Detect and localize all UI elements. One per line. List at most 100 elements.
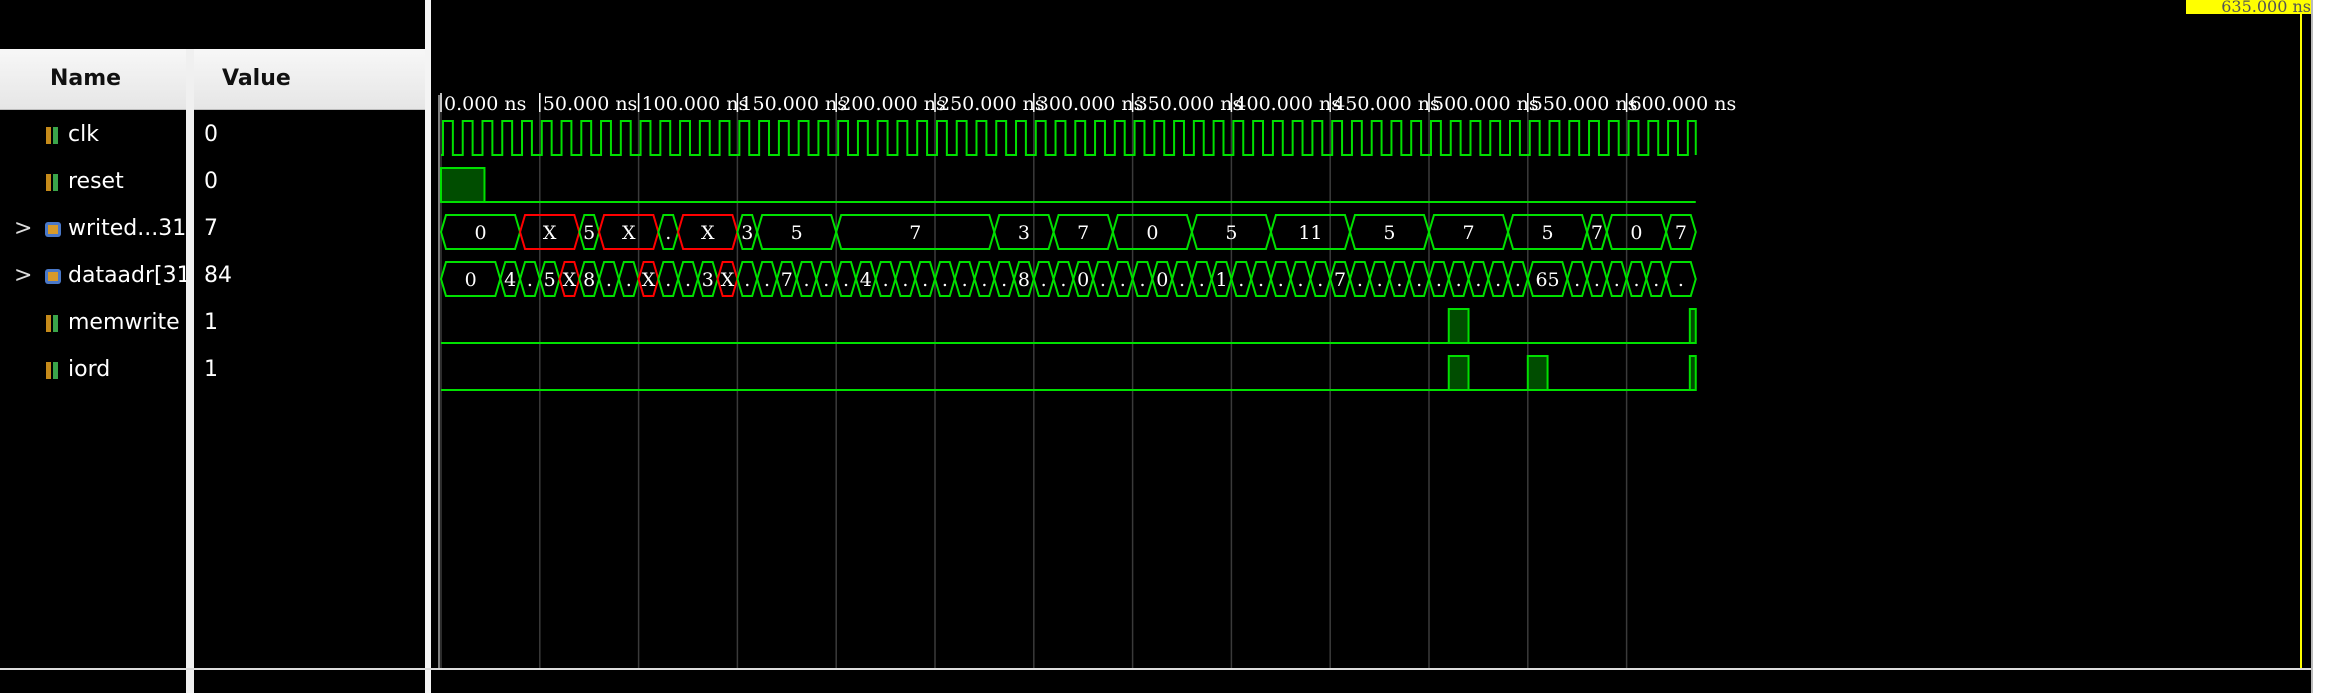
dataadr-segment-value: 3 [702, 269, 714, 291]
cursor-time-label: 635.000 ns [2186, 0, 2311, 14]
dataadr-segment-value: . [1653, 269, 1659, 291]
dataadr-segment-value: . [1396, 269, 1402, 291]
signal-value: 0 [204, 122, 218, 147]
dataadr-segment-value: 8 [583, 269, 595, 291]
signal-row-writedata[interactable]: > writed...31: 7 [0, 207, 425, 254]
dataadr-segment-value: . [1614, 269, 1620, 291]
signal-value: 1 [204, 357, 218, 382]
signal-name: iord [68, 357, 111, 382]
dataadr-segment-value: . [606, 269, 612, 291]
dataadr-segment-value: . [823, 269, 829, 291]
time-tick-label: 200.000 ns [839, 93, 946, 115]
dataadr-segment-value: . [1574, 269, 1580, 291]
bus-signal-icon [44, 266, 62, 288]
signal-row-clk[interactable]: clk 0 [0, 113, 425, 160]
dataadr-segment-value: 5 [544, 269, 556, 291]
signal-row-iord[interactable]: iord 1 [0, 348, 425, 395]
waveform-canvas[interactable]: 0.000 ns 50.000 ns 100.000 ns150.000 ns200… [431, 0, 2311, 693]
signal-name-panel: Name Value clk 0 reset 0 > writed...31: … [0, 0, 425, 693]
dataadr-segment-value: 8 [1018, 269, 1030, 291]
dataadr-segment-value: . [744, 269, 750, 291]
time-tick-label: 0.000 ns [444, 93, 526, 115]
writedata-segment-value: X [622, 222, 636, 244]
scalar-signal-icon [44, 313, 62, 335]
dataadr-segment-value: X [642, 269, 656, 291]
dataadr-segment-value: . [962, 269, 968, 291]
dataadr-segment-value: . [1179, 269, 1185, 291]
dataadr-segment-value: . [1436, 269, 1442, 291]
waveform-viewer[interactable]: 0.000 ns 50.000 ns 100.000 ns 150.000 ns 200… [431, 0, 2311, 693]
signal-name: writed...31: [68, 216, 194, 241]
name-column-header[interactable]: Name [50, 49, 121, 109]
writedata-segment-value: 7 [1077, 222, 1089, 244]
dataadr-segment-value: . [1100, 269, 1106, 291]
writedata-segment-value: 5 [1542, 222, 1554, 244]
dataadr-segment-value: . [527, 269, 533, 291]
dataadr-segment-value: 65 [1535, 269, 1559, 291]
dataadr-segment-value: . [902, 269, 908, 291]
writedata-segment-value: X [701, 222, 715, 244]
column-divider[interactable] [186, 49, 194, 693]
signal-row-dataadr[interactable]: > dataadr[31 84 [0, 254, 425, 301]
vertical-scrollbar[interactable] [2311, 0, 2333, 693]
dataadr-segment-value: . [1475, 269, 1481, 291]
signal-value: 84 [204, 263, 232, 288]
writedata-segment-value: 5 [791, 222, 803, 244]
dataadr-segment-value: . [764, 269, 770, 291]
signal-name: clk [68, 122, 99, 147]
bus-signal-icon [44, 219, 62, 241]
scalar-signal-icon [44, 360, 62, 382]
dataadr-segment-value: . [1456, 269, 1462, 291]
time-tick-label: 150.000 ns [740, 93, 847, 115]
dataadr-segment-value: . [1633, 269, 1639, 291]
dataadr-segment-value: . [1298, 269, 1304, 291]
dataadr-segment-value: X [563, 269, 577, 291]
signal-name: memwrite [68, 310, 180, 335]
time-tick-label: 300.000 ns [1037, 93, 1144, 115]
dataadr-segment-value: . [1238, 269, 1244, 291]
time-tick-label: 550.000 ns [1531, 93, 1638, 115]
writedata-segment-value: 5 [1383, 222, 1395, 244]
iord-pulse [1526, 355, 1549, 391]
dataadr-segment-value: . [1001, 269, 1007, 291]
dataadr-segment-value: 7 [781, 269, 793, 291]
dataadr-segment-value: 1 [1215, 269, 1227, 291]
writedata-segment-value: 0 [1630, 222, 1642, 244]
dataadr-segment-value: 4 [504, 269, 516, 291]
dataadr-segment-value: X [721, 269, 735, 291]
dataadr-segment-value: . [1495, 269, 1501, 291]
dataadr-segment-value: . [1594, 269, 1600, 291]
dataadr-segment-value: . [1258, 269, 1264, 291]
writedata-segment-value: 7 [1462, 222, 1474, 244]
dataadr-segment-value: . [1678, 269, 1684, 291]
dataadr-segment-value: . [626, 269, 632, 291]
signal-row-reset[interactable]: reset 0 [0, 160, 425, 207]
value-column-header[interactable]: Value [222, 49, 291, 109]
signal-name: reset [68, 169, 124, 194]
time-cursor[interactable] [2300, 0, 2302, 669]
writedata-segment-value: 0 [474, 222, 486, 244]
dataadr-segment-value: . [1515, 269, 1521, 291]
writedata-segment-value: . [665, 222, 671, 244]
signal-name: dataadr[31 [68, 263, 191, 288]
dataadr-segment-value: . [942, 269, 948, 291]
signal-row-memwrite[interactable]: memwrite 1 [0, 301, 425, 348]
dataadr-segment-value: . [1357, 269, 1363, 291]
iord-pulse [1688, 355, 1697, 391]
dataadr-segment-value: 0 [1077, 269, 1089, 291]
time-tick-label: 250.000 ns [938, 93, 1045, 115]
chevron-right-icon[interactable]: > [14, 216, 32, 241]
dataadr-segment-value: . [1317, 269, 1323, 291]
writedata-segment-value: 3 [741, 222, 753, 244]
writedata-segment-value: 7 [1591, 222, 1603, 244]
time-tick-label: 100.000 ns [642, 93, 749, 115]
dataadr-segment-value: 0 [1156, 269, 1168, 291]
writedata-segment-value: 5 [583, 222, 595, 244]
signal-value: 7 [204, 216, 218, 241]
dataadr-segment-value: . [1120, 269, 1126, 291]
writedata-segment-value: 7 [909, 222, 921, 244]
dataadr-segment-value: . [1041, 269, 1047, 291]
dataadr-segment-value: . [665, 269, 671, 291]
chevron-right-icon[interactable]: > [14, 263, 32, 288]
time-tick-label: 350.000 ns [1136, 93, 1243, 115]
